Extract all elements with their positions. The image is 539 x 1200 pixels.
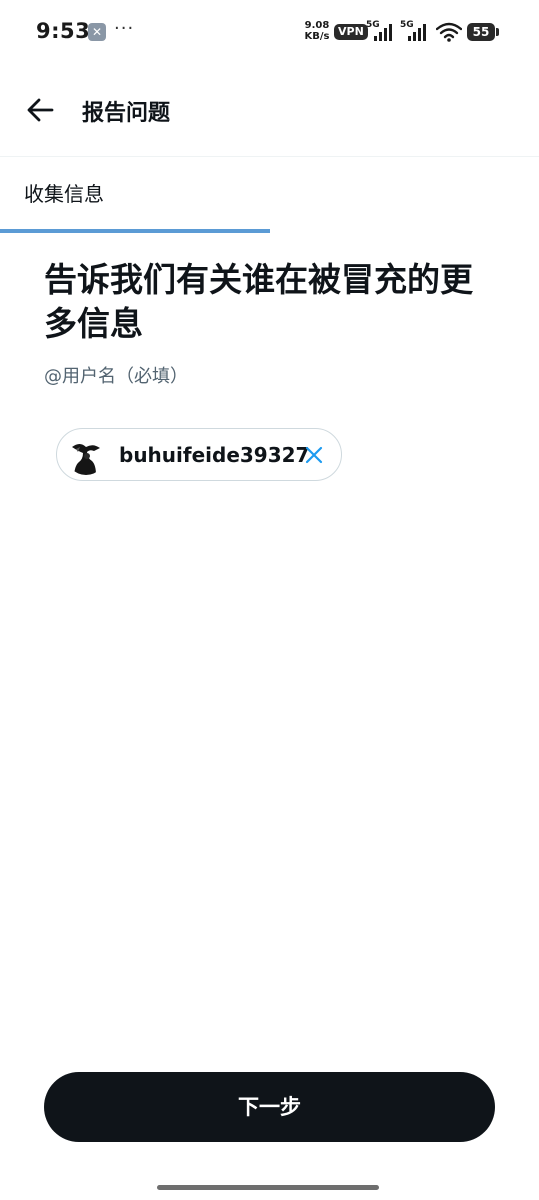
network-speed: 9.08 KB/s [302,20,332,42]
network-speed-value: 9.08 [304,20,330,31]
status-time: 9:53 [36,19,91,43]
selected-user-chip[interactable]: buhuifeide39327 [56,428,342,481]
signal-strength-icon-sim2: 5G [400,20,430,42]
user-avatar [66,435,106,475]
close-icon[interactable] [303,444,325,466]
tab-collect-info: 收集信息 [24,182,104,206]
network-speed-unit: KB/s [304,31,330,42]
home-indicator[interactable] [157,1185,379,1190]
selected-username: buhuifeide39327 [119,443,310,467]
step-progress-bar [0,229,539,233]
status-bar: 9:53 ✕ ··· 9.08 KB/s VPN 5G 5G 55 [0,0,539,64]
app-notification-icon: ✕ [88,23,106,41]
sim1-network-type: 5G [366,20,380,30]
arrow-left-icon[interactable] [22,92,58,128]
step-progress-fill [0,229,270,233]
battery-tip [496,28,499,36]
page-title: 报告问题 [82,101,171,126]
app-header: 报告问题 [0,64,539,157]
signal-strength-icon-sim1: 5G [366,20,396,42]
avatar-image [66,435,106,475]
step-tab: 收集信息 [0,157,539,234]
username-field-label: @用户名（必填） [44,366,188,387]
battery-icon: 55 [467,23,495,41]
question-heading: 告诉我们有关谁在被冒充的更多信息 [44,260,473,343]
next-button[interactable]: 下一步 [44,1072,495,1142]
wifi-icon [436,22,462,42]
more-notifications-icon: ··· [114,18,135,39]
vpn-badge: VPN [334,24,368,40]
sim2-network-type: 5G [400,20,414,30]
